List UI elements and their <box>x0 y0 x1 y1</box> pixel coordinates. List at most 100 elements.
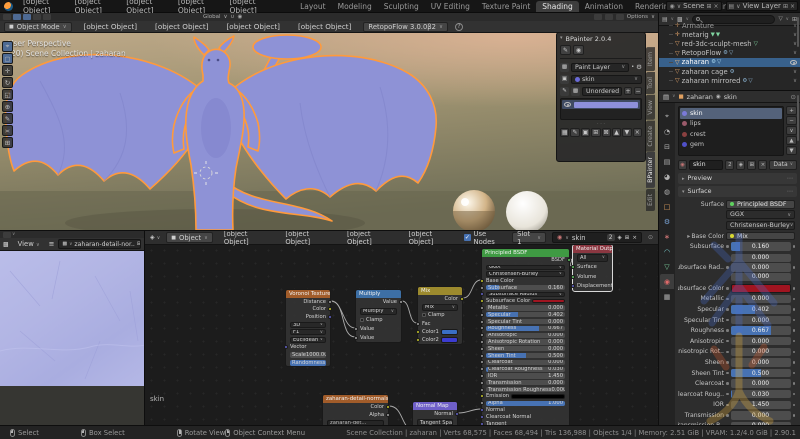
node-checkbox[interactable]: Clamp <box>422 312 445 318</box>
view-layer-selector[interactable]: ▤∨View Layer⊞× <box>726 1 799 11</box>
node-row[interactable]: Euclidean∨ <box>286 336 330 344</box>
node-row[interactable]: Alpha1.000 <box>482 400 569 407</box>
node-color-field[interactable]: Subsurface Color <box>486 298 565 304</box>
breadcrumb-material[interactable]: skin <box>724 93 737 101</box>
input-socket[interactable] <box>480 313 484 317</box>
bpainter-paint-mode-button[interactable]: ✎ <box>560 45 571 55</box>
collapse-icon[interactable]: ▾ <box>560 35 563 43</box>
node-dropdown[interactable]: Mix∨ <box>422 304 458 311</box>
value-slider[interactable]: 0.000 <box>731 411 791 420</box>
node-slider[interactable]: Scale1000.000 <box>290 352 326 358</box>
keyframe-dot[interactable] <box>793 287 796 290</box>
properties-tab[interactable]: □ <box>660 199 674 214</box>
link-dropdown[interactable]: Data∨ <box>769 160 797 170</box>
value-slider[interactable]: 0.000 <box>731 379 791 388</box>
workspace-tab[interactable]: Layout <box>294 1 332 12</box>
output-socket[interactable] <box>386 405 390 409</box>
node-slider[interactable]: Subsurface0.160 <box>486 285 565 290</box>
users-count[interactable]: 2 <box>607 234 615 241</box>
overlays-toggle-icon[interactable] <box>605 14 613 20</box>
resize-grip[interactable]: · · · <box>560 122 642 126</box>
node-row[interactable]: Volume <box>573 272 612 282</box>
users-count[interactable]: 2 <box>725 160 734 170</box>
property-row[interactable]: Clearcoat Roug.. 0.030 <box>678 389 797 400</box>
input-socket[interactable] <box>480 374 484 378</box>
tool-button[interactable]: ⌖ <box>2 41 13 52</box>
node-row[interactable]: Christensen-Burley∨ <box>482 271 569 278</box>
viewport-menu-item[interactable]: [object Object] <box>150 22 213 31</box>
node-row[interactable]: Clearcoat0.000 <box>482 359 569 366</box>
input-socket[interactable] <box>480 394 484 398</box>
workspace-tab[interactable]: Sculpting <box>378 1 425 12</box>
node-slider[interactable]: Specular Tint0.000 <box>486 319 565 324</box>
input-socket[interactable] <box>480 340 484 344</box>
gizmo-toggle-icon[interactable] <box>594 14 602 20</box>
input-socket[interactable] <box>480 286 484 290</box>
gear-icon[interactable]: ⚙ <box>636 63 642 71</box>
input-socket[interactable] <box>480 408 484 412</box>
input-socket[interactable] <box>354 336 358 340</box>
value-slider[interactable]: 1.450 <box>731 401 791 410</box>
value-slider[interactable]: 0.402 <box>731 305 791 314</box>
workspace-tab[interactable]: Texture Paint <box>476 1 536 12</box>
input-socket[interactable] <box>571 284 575 288</box>
tool-button[interactable]: ≍ <box>2 125 13 136</box>
outliner-row[interactable]: ▽ zaharan ⚙▽ <box>659 58 800 67</box>
image-canvas[interactable] <box>0 251 144 425</box>
node-row[interactable]: Tangent Space∨ <box>413 419 457 426</box>
display-icon[interactable]: ▤ <box>663 93 669 101</box>
keyframe-dot[interactable] <box>793 351 796 354</box>
properties-scrollbar[interactable] <box>797 95 799 141</box>
use-nodes-checkbox[interactable]: ✓Use Nodes <box>464 230 506 246</box>
node-row[interactable]: Mix∨ <box>418 303 462 311</box>
node-row[interactable]: Anisotropic Rotation0.000 <box>482 339 569 346</box>
node-row[interactable]: Scale1000.000 <box>286 351 330 359</box>
node-slider[interactable]: Alpha1.000 <box>486 401 565 406</box>
tool-button[interactable]: ✎ <box>2 113 13 124</box>
editor-type-icon[interactable] <box>3 14 11 20</box>
keyframe-dot[interactable] <box>793 308 796 311</box>
input-socket[interactable] <box>480 401 484 405</box>
input-socket[interactable] <box>480 347 484 351</box>
node-dropdown[interactable]: Multiply∨ <box>360 308 397 315</box>
slot-selector[interactable]: Slot 1∨ <box>512 232 546 243</box>
node-dropdown[interactable]: 3D∨ <box>290 322 326 328</box>
delete-layer-icon[interactable]: × <box>790 3 795 10</box>
sidebar-tab[interactable]: Item <box>646 47 655 71</box>
transform-orientation[interactable]: Global∨∪◉ <box>203 14 242 20</box>
node-slider[interactable]: Roughness0.667 <box>486 326 565 331</box>
bpainter-tool-button[interactable]: ▦ <box>560 128 569 137</box>
keyframe-dot[interactable] <box>793 382 796 385</box>
tool-icon[interactable] <box>33 14 41 20</box>
node-dropdown[interactable]: All∨ <box>577 254 608 262</box>
node-row[interactable]: Position <box>286 313 330 321</box>
pin-icon[interactable]: ⊙ <box>648 234 653 241</box>
value-slider[interactable]: 0.030 <box>731 390 791 399</box>
input-socket[interactable] <box>480 306 484 310</box>
sidebar-tab[interactable]: Create <box>646 121 655 152</box>
bpainter-material-dropdown[interactable]: skin∨ <box>571 75 642 84</box>
property-row[interactable]: Roughness 0.667 <box>678 325 797 336</box>
keyframe-dot[interactable] <box>793 329 796 332</box>
workspace-tab[interactable]: Modeling <box>332 1 378 12</box>
node-dropdown[interactable]: Euclidean∨ <box>290 337 326 343</box>
input-socket[interactable] <box>416 322 420 326</box>
node-menu-item[interactable]: [object Object] <box>342 230 397 246</box>
input-socket[interactable] <box>480 299 484 303</box>
output-socket[interactable] <box>328 300 332 304</box>
node-slider[interactable]: Sheen0.000 <box>486 346 565 351</box>
workspace-tab[interactable]: Shading <box>536 1 578 12</box>
viewport-3d[interactable]: Global∨∪◉ Options∨ ■Object Mode∨ [object… <box>0 13 658 230</box>
node-menu-item[interactable]: [object Object] <box>404 230 459 246</box>
node-image-texture[interactable]: zaharan-detail-normals ColorAlphazaharan… <box>322 394 389 425</box>
new-scene-icon[interactable]: ⊞ <box>706 3 711 10</box>
blender-logo-icon[interactable] <box>4 2 13 11</box>
property-row[interactable]: Specular Tint 0.000 <box>678 315 797 326</box>
node-slider[interactable]: Transmission Roughness0.000 <box>486 387 565 392</box>
eye-icon[interactable] <box>790 60 797 65</box>
node-row[interactable]: Multiply∨ <box>356 307 401 316</box>
property-row[interactable]: IOR 1.450 <box>678 400 797 411</box>
outliner-row[interactable]: ▽ RetopoFlow ⚙▽ ∨ <box>659 49 800 58</box>
material-browse-icon[interactable]: ◉ <box>678 160 687 170</box>
value-slider[interactable]: 0.000 <box>731 337 791 346</box>
